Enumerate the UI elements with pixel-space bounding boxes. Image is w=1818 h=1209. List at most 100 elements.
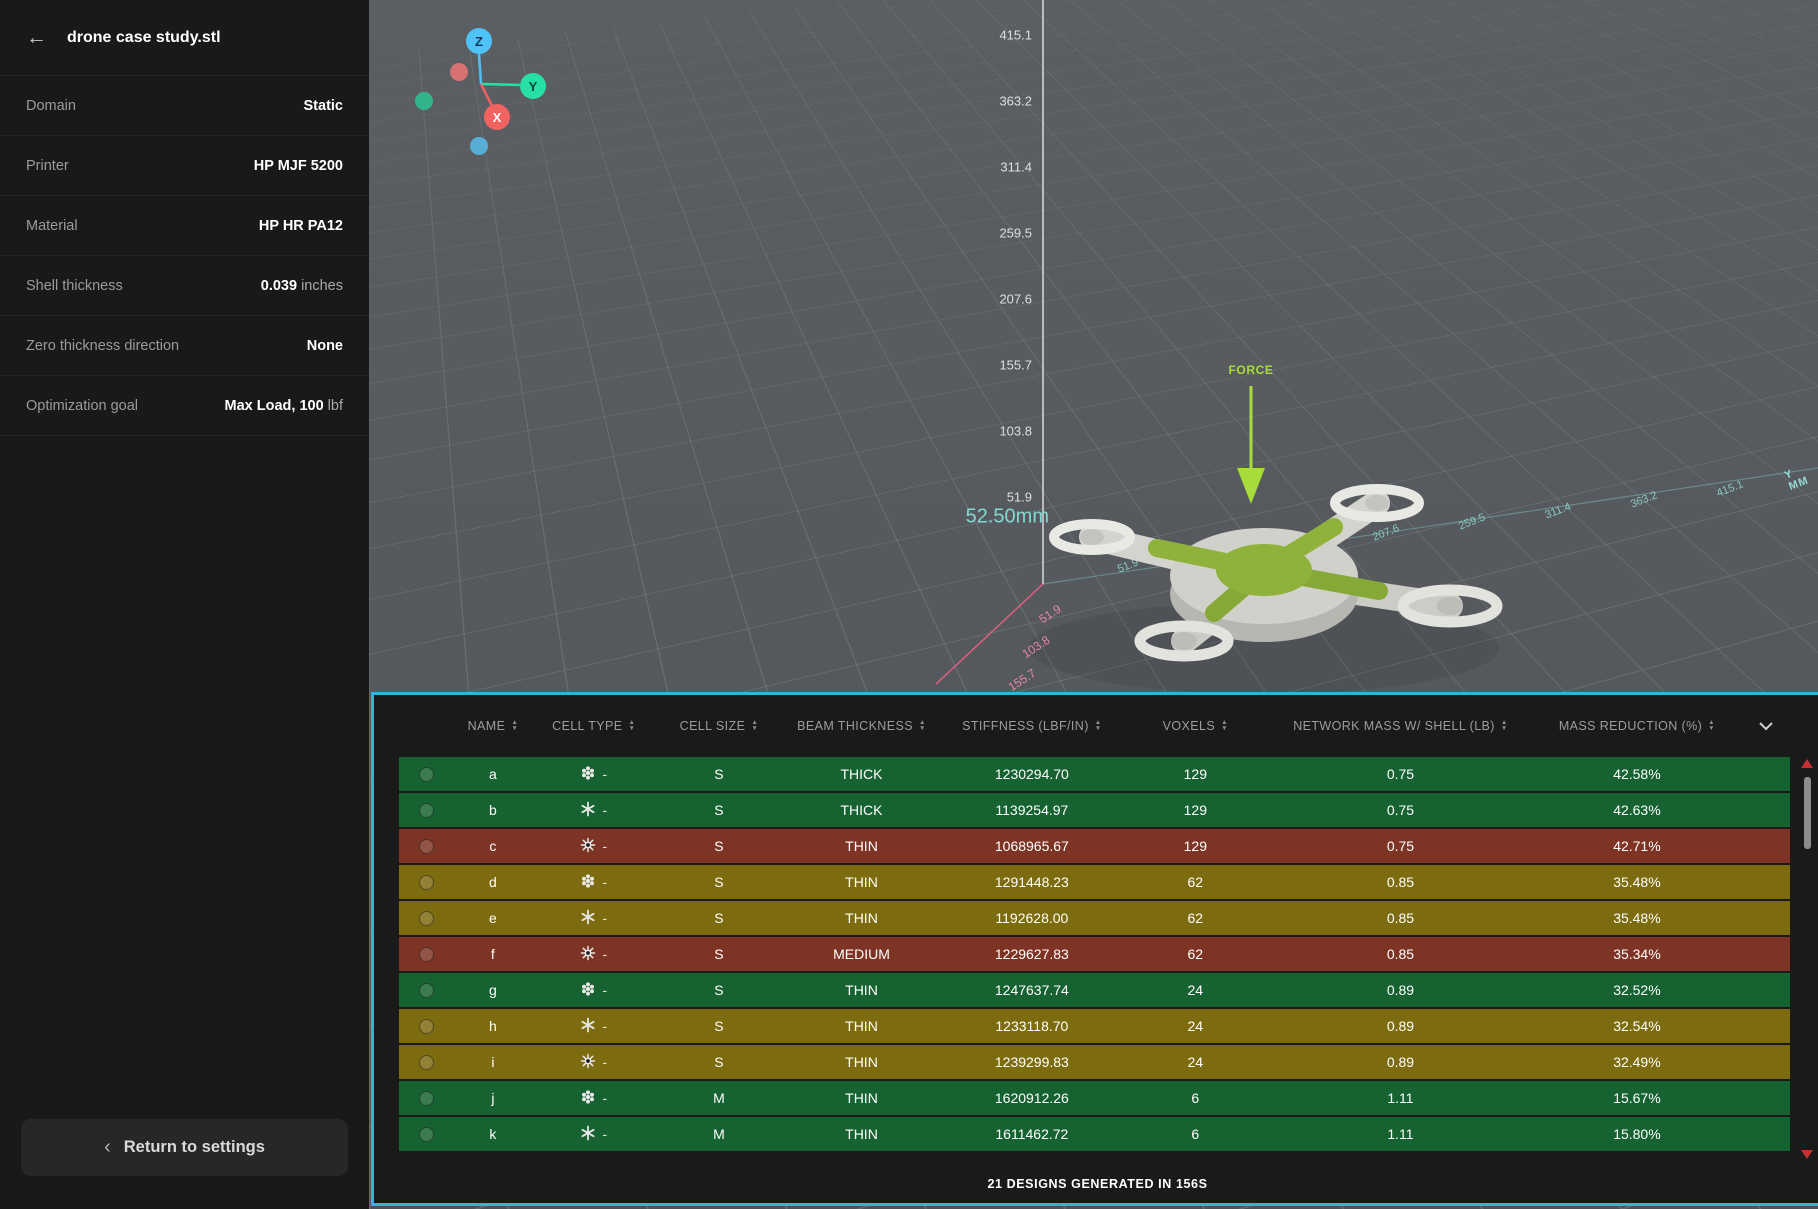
row-beam-thickness: THIN: [782, 1018, 942, 1034]
setting-row-optimization-goal[interactable]: Optimization goal Max Load, 100 lbf: [0, 376, 369, 436]
sort-down-icon: ▼: [1501, 726, 1508, 732]
row-mass-reduction: 42.58%: [1533, 766, 1742, 782]
scroll-down-arrow-icon[interactable]: [1801, 1150, 1813, 1159]
sort-icon[interactable]: ▲ ▼: [1708, 720, 1715, 732]
row-select-radio[interactable]: [419, 911, 434, 926]
table-row-h[interactable]: h - S THIN 1233118.70 24 0.89 32.54%: [399, 1009, 1790, 1043]
row-radio-cell: [399, 1091, 455, 1106]
collapse-table-chevron-icon[interactable]: [1741, 721, 1790, 731]
sort-down-icon: ▼: [919, 726, 926, 732]
file-title: drone case study.stl: [67, 29, 221, 47]
row-select-radio[interactable]: [419, 875, 434, 890]
sort-icon[interactable]: ▲ ▼: [919, 720, 926, 732]
return-to-settings-button[interactable]: ‹ Return to settings: [21, 1119, 348, 1176]
setting-value-main: Static: [304, 98, 344, 114]
setting-label: Zero thickness direction: [26, 338, 179, 354]
table-row-b[interactable]: b - S THICK 1139254.97 129 0.75 42.63%: [399, 793, 1790, 827]
column-header-voxels[interactable]: VOXELS ▲ ▼: [1122, 719, 1268, 733]
column-header-mass-reduction[interactable]: MASS REDUCTION (%) ▲ ▼: [1533, 719, 1742, 733]
column-header-cell-type[interactable]: CELL TYPE ▲ ▼: [531, 719, 656, 733]
row-select-radio[interactable]: [419, 983, 434, 998]
sort-down-icon: ▼: [511, 726, 518, 732]
setting-row-shell-thickness[interactable]: Shell thickness 0.039 inches: [0, 256, 369, 316]
row-select-radio[interactable]: [419, 1055, 434, 1070]
setting-row-domain[interactable]: Domain Static: [0, 76, 369, 136]
sort-icon[interactable]: ▲ ▼: [751, 720, 758, 732]
row-network-mass: 1.11: [1268, 1090, 1532, 1106]
cell-type-modifier: -: [602, 982, 607, 998]
row-select-radio[interactable]: [419, 1127, 434, 1142]
row-network-mass: 0.89: [1268, 1054, 1532, 1070]
table-row-i[interactable]: i - S THIN 1239299.83 24 0.89 32.49%: [399, 1045, 1790, 1079]
row-cell-type: -: [531, 1089, 656, 1108]
table-row-a[interactable]: a - S THICK 1230294.70 129 0.75 42.58%: [399, 757, 1790, 791]
row-name: a: [455, 766, 532, 782]
cell-type-burst-icon: [580, 945, 596, 964]
scroll-up-arrow-icon[interactable]: [1801, 759, 1813, 768]
row-name: d: [455, 874, 532, 890]
row-select-radio[interactable]: [419, 767, 434, 782]
setting-value: HP MJF 5200: [254, 158, 343, 174]
row-name: i: [455, 1054, 532, 1070]
table-row-g[interactable]: g - S THIN 1247637.74 24 0.89 32.52%: [399, 973, 1790, 1007]
row-beam-thickness: THIN: [782, 1054, 942, 1070]
table-row-f[interactable]: f - S MEDIUM 1229627.83 62 0.85 35.34%: [399, 937, 1790, 971]
gizmo-x-neg-icon[interactable]: [450, 63, 468, 81]
row-network-mass: 0.75: [1268, 838, 1532, 854]
table-row-j[interactable]: j - M THIN 1620912.26 6 1.11 15.67%: [399, 1081, 1790, 1115]
table-body: a - S THICK 1230294.70 129 0.75 42.58% b - S THICK 1…: [399, 757, 1790, 1153]
row-select-radio[interactable]: [419, 839, 434, 854]
column-header-network-mass-w-shell-lb[interactable]: NETWORK MASS W/ SHELL (LB) ▲ ▼: [1268, 719, 1532, 733]
setting-row-printer[interactable]: Printer HP MJF 5200: [0, 136, 369, 196]
column-header-name[interactable]: NAME ▲ ▼: [455, 719, 532, 733]
setting-row-material[interactable]: Material HP HR PA12: [0, 196, 369, 256]
column-header-cell-size[interactable]: CELL SIZE ▲ ▼: [656, 719, 781, 733]
row-voxels: 129: [1122, 802, 1268, 818]
gizmo-z-neg-icon[interactable]: [470, 137, 488, 155]
row-radio-cell: [399, 1127, 455, 1142]
column-header-beam-thickness[interactable]: BEAM THICKNESS ▲ ▼: [782, 719, 942, 733]
row-beam-thickness: THIN: [782, 1090, 942, 1106]
column-header-label: STIFFNESS (LBF/IN): [962, 719, 1089, 733]
row-cell-type: -: [531, 765, 656, 784]
row-beam-thickness: THICK: [782, 802, 942, 818]
row-mass-reduction: 32.49%: [1533, 1054, 1742, 1070]
gizmo-y-neg-icon[interactable]: [415, 92, 433, 110]
setting-label: Shell thickness: [26, 278, 123, 294]
row-cell-size: M: [656, 1126, 781, 1142]
orientation-gizmo[interactable]: Z Y X: [400, 20, 590, 180]
row-select-radio[interactable]: [419, 1091, 434, 1106]
cell-type-modifier: -: [602, 910, 607, 926]
row-voxels: 6: [1122, 1126, 1268, 1142]
row-network-mass: 0.85: [1268, 910, 1532, 926]
row-name: k: [455, 1126, 532, 1142]
row-select-radio[interactable]: [419, 803, 434, 818]
back-arrow-icon[interactable]: ←: [26, 27, 47, 48]
sort-icon[interactable]: ▲ ▼: [1095, 720, 1102, 732]
sort-icon[interactable]: ▲ ▼: [1221, 720, 1228, 732]
setting-label: Domain: [26, 98, 76, 114]
row-beam-thickness: THIN: [782, 1126, 942, 1142]
table-row-e[interactable]: e - S THIN 1192628.00 62 0.85 35.48%: [399, 901, 1790, 935]
row-radio-cell: [399, 875, 455, 890]
sort-down-icon: ▼: [1708, 726, 1715, 732]
cell-type-asterisk-icon: [580, 1125, 596, 1144]
sort-icon[interactable]: ▲ ▼: [628, 720, 635, 732]
sort-icon[interactable]: ▲ ▼: [1501, 720, 1508, 732]
row-select-radio[interactable]: [419, 1019, 434, 1034]
table-row-d[interactable]: d - S THIN 1291448.23 62 0.85 35.48%: [399, 865, 1790, 899]
settings-sidebar: ← drone case study.stl Domain Static Print…: [0, 0, 369, 1209]
scrollbar-thumb[interactable]: [1804, 777, 1811, 849]
table-row-k[interactable]: k - M THIN 1611462.72 6 1.11 15.80%: [399, 1117, 1790, 1151]
row-voxels: 129: [1122, 766, 1268, 782]
table-row-c[interactable]: c - S THIN 1068965.67 129 0.75 42.71%: [399, 829, 1790, 863]
column-header-stiffness-lbf-in[interactable]: STIFFNESS (LBF/IN) ▲ ▼: [941, 719, 1122, 733]
sort-icon[interactable]: ▲ ▼: [511, 720, 518, 732]
setting-value: Max Load, 100 lbf: [225, 398, 343, 414]
row-voxels: 62: [1122, 910, 1268, 926]
row-radio-cell: [399, 767, 455, 782]
row-radio-cell: [399, 911, 455, 926]
setting-row-zero-thickness-direction[interactable]: Zero thickness direction None: [0, 316, 369, 376]
setting-label: Material: [26, 218, 78, 234]
row-select-radio[interactable]: [419, 947, 434, 962]
